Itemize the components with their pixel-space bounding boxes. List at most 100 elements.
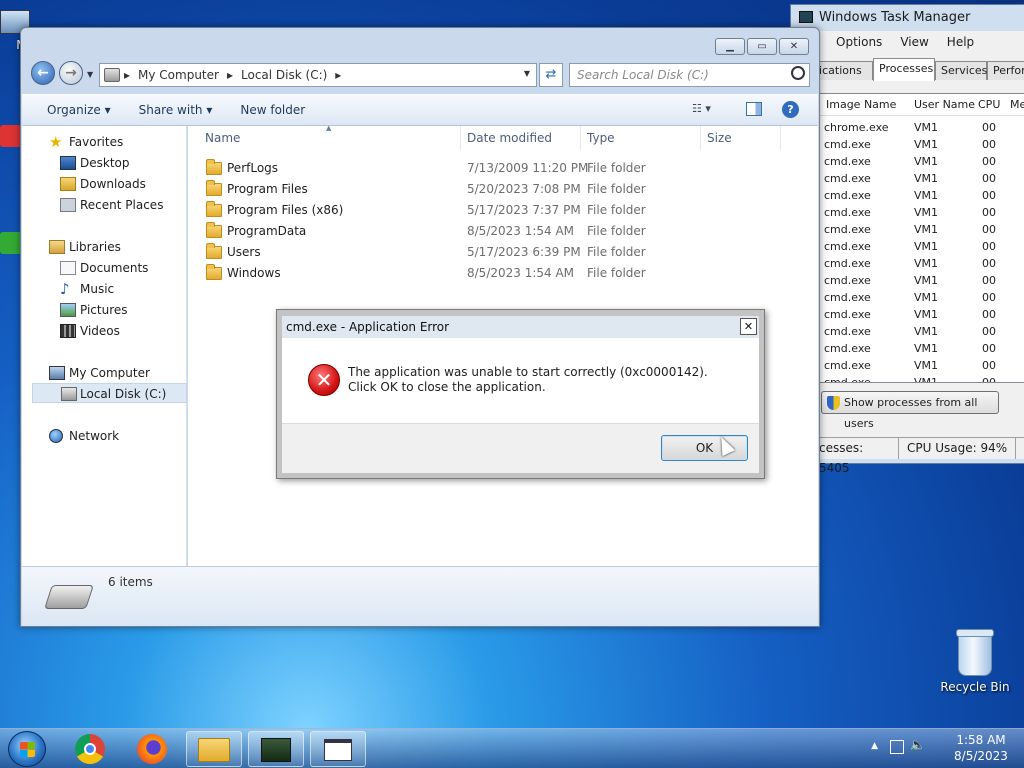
process-row[interactable]: cmd.exe VM1 00 [820,170,1024,187]
dialog-title-bar[interactable]: cmd.exe - Application Error ✕ [282,316,759,338]
taskbar-cmd[interactable] [310,731,366,767]
chrome-icon[interactable] [0,125,22,147]
column-image-name[interactable]: Image Name [826,94,896,116]
process-cpu: 00 [982,206,996,219]
nav-desktop[interactable]: Desktop [60,153,130,173]
process-row[interactable]: cmd.exe VM1 00 [820,255,1024,272]
process-user: VM1 [914,240,939,253]
process-cpu: 00 [982,172,996,185]
minimize-button[interactable]: ▁ [715,38,745,55]
close-button[interactable]: ✕ [779,38,809,55]
process-row[interactable]: cmd.exe VM1 00 [820,204,1024,221]
recent-pages-dropdown-icon[interactable]: ▼ [87,70,93,79]
process-name: cmd.exe [824,223,871,236]
nav-favorites[interactable]: ★ Favorites [49,132,123,152]
file-row[interactable]: PerfLogs 7/13/2009 11:20 PM File folder [188,158,788,179]
tab-performance[interactable]: Perform [987,61,1024,80]
nav-network[interactable]: Network [49,426,119,446]
folder-icon [206,264,222,280]
forward-button[interactable]: → [59,61,83,85]
address-dropdown-icon[interactable]: ▼ [524,69,530,78]
start-button[interactable] [8,731,46,767]
process-cpu: 00 [982,291,996,304]
nav-recent-places[interactable]: Recent Places [60,195,163,215]
column-date-modified[interactable]: Date modified [461,126,581,150]
network-tray-icon[interactable] [890,740,904,754]
process-row[interactable]: cmd.exe VM1 00 [820,221,1024,238]
process-row[interactable]: cmd.exe VM1 00 [820,238,1024,255]
clock[interactable]: 1:58 AM 8/5/2023 [946,732,1016,764]
taskbar-firefox[interactable] [124,731,180,767]
search-input[interactable]: Search Local Disk (C:) [569,63,810,87]
column-user-name[interactable]: User Name [914,94,975,116]
taskbar-chrome[interactable] [62,731,118,767]
process-row[interactable]: cmd.exe VM1 00 [820,306,1024,323]
organize-button[interactable]: Organize ▾ [47,103,111,117]
process-row[interactable]: cmd.exe VM1 00 [820,357,1024,374]
preview-pane-icon[interactable] [746,102,762,116]
tab-processes[interactable]: Processes [873,58,935,81]
ok-button[interactable]: OK [661,435,748,461]
nav-documents[interactable]: Documents [60,258,148,278]
tab-services[interactable]: Services [935,61,987,80]
new-folder-button[interactable]: New folder [240,103,305,117]
nav-pictures[interactable]: Pictures [60,300,128,320]
menu-help[interactable]: Help [947,31,974,53]
process-row[interactable]: cmd.exe VM1 00 [820,136,1024,153]
taskbar-task-manager[interactable] [248,731,304,767]
nav-videos[interactable]: Videos [60,321,120,341]
process-user: VM1 [914,359,939,372]
process-name: cmd.exe [824,325,871,338]
title-bar[interactable]: Windows Task Manager [791,5,1024,31]
help-icon[interactable]: ? [782,101,799,118]
breadcrumb-local-disk[interactable]: Local Disk (C:) [241,68,327,82]
process-row[interactable]: cmd.exe VM1 00 [820,272,1024,289]
chrome-icon [75,734,105,764]
nav-music[interactable]: ♪ Music [60,279,114,299]
search-icon[interactable] [791,66,805,80]
process-row[interactable]: cmd.exe VM1 00 [820,323,1024,340]
process-row[interactable]: chrome.exe VM1 00 [820,119,1024,136]
show-all-processes-button[interactable]: Show processes from all users [821,391,999,430]
process-row[interactable]: cmd.exe VM1 00 [820,374,1024,383]
maximize-button[interactable]: ▭ [747,38,777,55]
address-bar[interactable]: ▸ My Computer ▸ Local Disk (C:) ▸ ▼ [99,63,537,87]
process-row[interactable]: cmd.exe VM1 00 [820,340,1024,357]
share-with-button[interactable]: Share with ▾ [139,103,213,117]
file-row[interactable]: Windows 8/5/2023 1:54 AM File folder [188,263,788,284]
refresh-button[interactable]: ⇄ [539,63,563,87]
column-type[interactable]: Type [581,126,701,150]
nav-downloads[interactable]: Downloads [60,174,146,194]
file-row[interactable]: Program Files 5/20/2023 7:08 PM File folde… [188,179,788,200]
taskbar-explorer[interactable] [186,731,242,767]
process-name: cmd.exe [824,376,871,383]
task-manager-window[interactable]: Windows Task Manager Options View Help p… [790,4,1024,475]
breadcrumb-my-computer[interactable]: My Computer [138,68,219,82]
dialog-close-button[interactable]: ✕ [740,318,757,335]
menu-view[interactable]: View [900,31,928,53]
column-memory[interactable]: Me [1010,94,1024,116]
column-size[interactable]: Size [701,126,781,150]
volume-muted-icon[interactable]: 🔈 [910,738,926,753]
view-options-icon[interactable]: ☷ ▾ [692,102,711,115]
nav-libraries[interactable]: Libraries [49,237,121,257]
process-user: VM1 [914,121,939,134]
process-row[interactable]: cmd.exe VM1 00 [820,187,1024,204]
menu-options[interactable]: Options [836,31,882,53]
show-hidden-icons-icon[interactable]: ▲ [871,741,878,751]
videos-icon [60,324,76,338]
file-row[interactable]: ProgramData 8/5/2023 1:54 AM File folder [188,221,788,242]
file-row[interactable]: Users 5/17/2023 6:39 PM File folder [188,242,788,263]
desktop-icon-recycle-bin[interactable]: Recycle Bin [935,629,1015,694]
back-button[interactable]: ← [31,61,55,85]
file-row[interactable]: Program Files (x86) 5/17/2023 7:37 PM File… [188,200,788,221]
nav-local-disk[interactable]: Local Disk (C:) [32,383,187,403]
app-icon[interactable] [0,232,22,254]
process-list[interactable]: Image Name User Name CPU Me chrome.exe VM… [819,93,1024,383]
process-row[interactable]: cmd.exe VM1 00 [820,289,1024,306]
nav-my-computer[interactable]: My Computer [49,363,150,383]
error-dialog[interactable]: cmd.exe - Application Error ✕ ✕ The appl… [276,309,765,479]
column-cpu[interactable]: CPU [978,94,1000,116]
process-user: VM1 [914,274,939,287]
process-row[interactable]: cmd.exe VM1 00 [820,153,1024,170]
